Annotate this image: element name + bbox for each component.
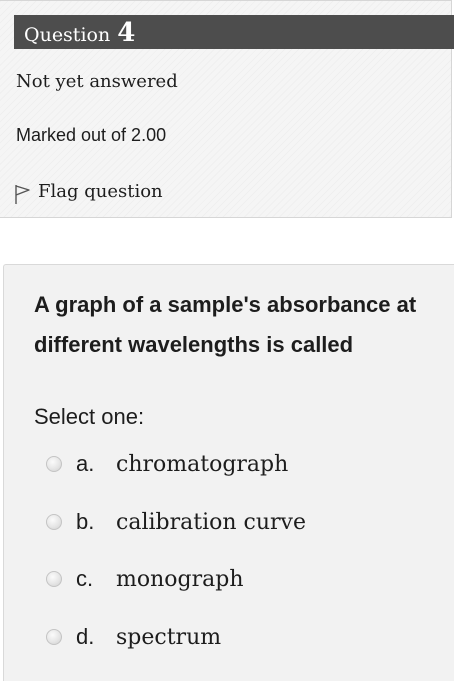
option-text[interactable]: monograph [116, 567, 244, 592]
answer-status: Not yet answered [16, 71, 178, 92]
question-marks: Marked out of 2.00 [16, 125, 167, 145]
answer-option-a[interactable]: a. chromatograph [46, 449, 288, 479]
question-header-bar: Question 4 [14, 15, 454, 49]
flag-icon[interactable] [14, 183, 32, 205]
answer-option-c[interactable]: c. monograph [46, 564, 244, 594]
flag-question-label[interactable]: Flag question [38, 181, 163, 202]
question-text: A graph of a sample's absorbance at diff… [34, 292, 417, 357]
radio-d[interactable] [46, 629, 62, 645]
answer-option-d[interactable]: d. spectrum [46, 622, 221, 652]
option-letter: b. [76, 509, 95, 534]
question-info-panel: Question 4 Not yet answered Marked out o… [0, 0, 454, 218]
question-label: Question [24, 24, 111, 46]
question-content-panel: A graph of a sample's absorbance at diff… [3, 264, 454, 681]
radio-b[interactable] [46, 514, 62, 530]
option-letter: c. [76, 566, 94, 591]
option-text[interactable]: spectrum [116, 625, 221, 650]
radio-c[interactable] [46, 571, 62, 587]
select-one-prompt: Select one: [34, 404, 145, 429]
option-text[interactable]: calibration curve [116, 510, 306, 535]
radio-a[interactable] [46, 456, 62, 472]
answer-option-b[interactable]: b. calibration curve [46, 507, 306, 537]
option-text[interactable]: chromatograph [116, 452, 288, 477]
flag-question-button[interactable]: Flag question [14, 177, 163, 205]
question-number: 4 [117, 18, 136, 48]
option-letter: d. [76, 624, 95, 649]
option-letter: a. [76, 451, 95, 476]
